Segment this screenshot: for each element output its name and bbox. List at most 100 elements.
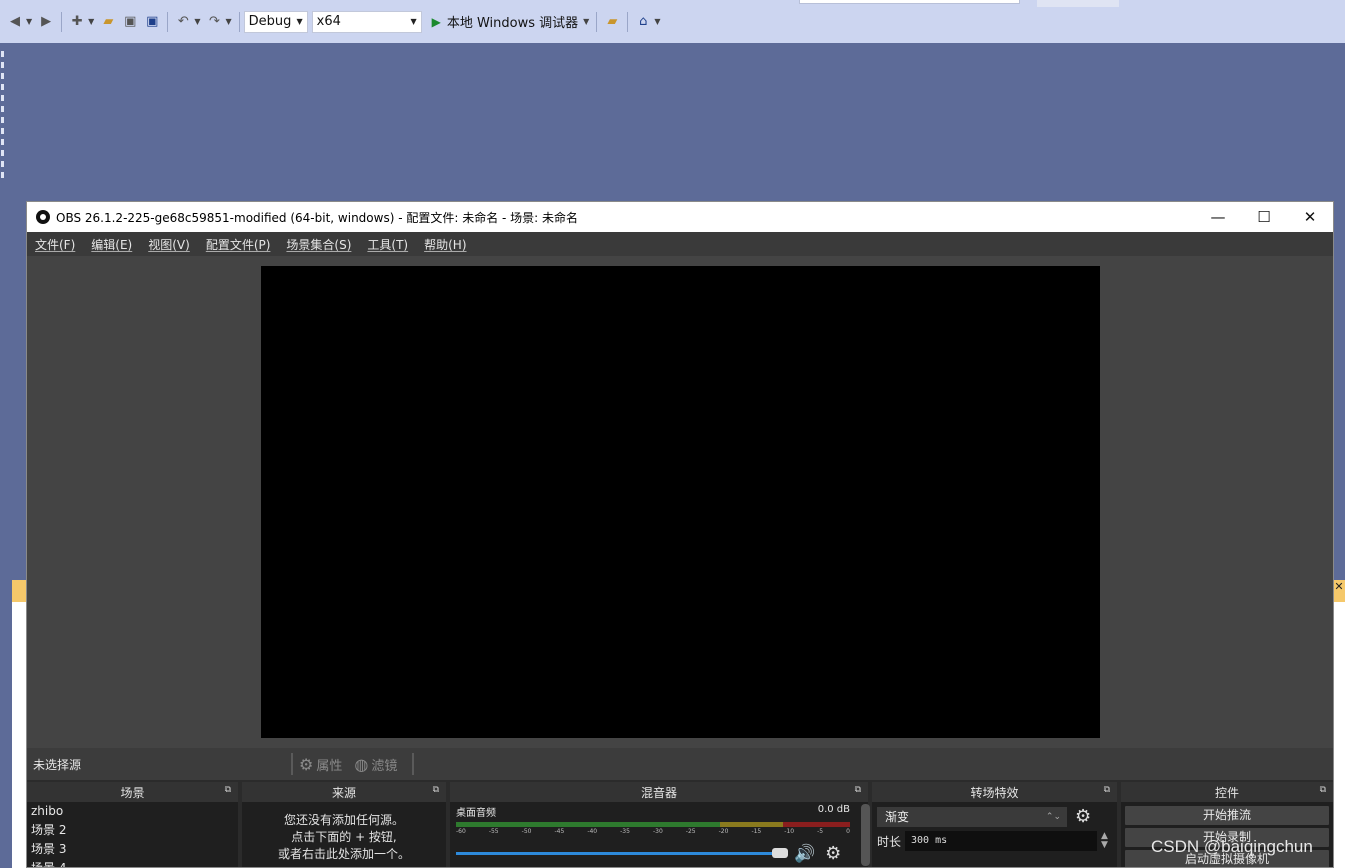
undock-icon[interactable]: ⧉ bbox=[225, 785, 231, 795]
scene-item[interactable]: 场景 4 bbox=[27, 859, 238, 867]
configuration-select[interactable]: Debug ▼ bbox=[243, 10, 308, 33]
mixer-scrollbar[interactable] bbox=[861, 804, 870, 866]
vs-search-box[interactable] bbox=[799, 0, 1020, 4]
speaker-icon[interactable]: 🔊 bbox=[794, 844, 815, 864]
menu-file[interactable]: 文件(F) bbox=[35, 236, 75, 253]
new-project-icon[interactable]: ✚ bbox=[68, 13, 86, 31]
sources-title: 来源 bbox=[331, 785, 356, 800]
filters-button[interactable]: ◍ 滤镜 bbox=[354, 755, 397, 774]
start-debugger-button[interactable]: ▶ 本地 Windows 调试器 bbox=[431, 12, 579, 32]
toolbar-options-icon[interactable]: ▼ bbox=[654, 17, 660, 26]
empty-line: 您还没有添加任何源。 bbox=[283, 813, 404, 827]
forward-icon[interactable]: ▶ bbox=[37, 13, 55, 31]
obs-menu-bar: 文件(F) 编辑(E) 视图(V) 配置文件(P) 场景集合(S) 工具(T) … bbox=[27, 232, 1333, 256]
browse-icon[interactable]: ▰ bbox=[603, 13, 621, 31]
redo-dropdown-icon[interactable]: ▼ bbox=[225, 17, 231, 26]
volume-slider-handle[interactable] bbox=[772, 848, 788, 858]
platform-value: x64 bbox=[316, 14, 341, 29]
empty-line: 或者右击此处添加一个。 bbox=[277, 847, 410, 861]
close-button[interactable]: ✕ bbox=[1287, 202, 1333, 232]
vs-panel-edge-right: ✕ bbox=[1333, 580, 1345, 868]
properties-label: 属性 bbox=[316, 758, 343, 774]
gear-icon[interactable]: ⚙ bbox=[825, 843, 841, 864]
chevron-updown-icon: ⌃⌄ bbox=[1045, 811, 1061, 822]
mixer-title: 混音器 bbox=[640, 785, 677, 800]
scene-item[interactable]: 场景 2 bbox=[27, 821, 238, 840]
transition-select[interactable]: 渐变 ⌃⌄ bbox=[877, 806, 1067, 827]
meter-tick-label: -10 bbox=[784, 828, 795, 835]
platform-select[interactable]: x64 ▼ bbox=[311, 10, 422, 33]
scene-item[interactable]: 场景 3 bbox=[27, 840, 238, 859]
undo-dropdown-icon[interactable]: ▼ bbox=[194, 17, 200, 26]
filter-icon: ◍ bbox=[354, 754, 369, 774]
menu-view[interactable]: 视图(V) bbox=[148, 236, 190, 253]
save-icon[interactable]: ▣ bbox=[121, 13, 139, 31]
start-streaming-button[interactable]: 开始推流 bbox=[1125, 806, 1329, 825]
meter-tick-label: -15 bbox=[751, 828, 762, 835]
duration-input[interactable]: 300 ms bbox=[905, 831, 1098, 851]
home-icon[interactable]: ⌂ bbox=[634, 13, 652, 31]
meter-tick-label: -40 bbox=[587, 828, 598, 835]
undock-icon[interactable]: ⧉ bbox=[1320, 785, 1326, 795]
controls-title: 控件 bbox=[1214, 785, 1239, 800]
meter-tick-label: -20 bbox=[718, 828, 729, 835]
undock-icon[interactable]: ⧉ bbox=[433, 785, 439, 795]
toolbar-separator bbox=[412, 753, 415, 775]
duration-stepper[interactable]: ▲ ▼ bbox=[1101, 832, 1108, 850]
menu-edit[interactable]: 编辑(E) bbox=[91, 236, 132, 253]
sources-dock-header: 来源 ⧉ bbox=[242, 782, 446, 802]
meter-tick-label: -45 bbox=[554, 828, 565, 835]
toolbar-separator bbox=[627, 11, 629, 32]
menu-tools[interactable]: 工具(T) bbox=[367, 236, 408, 253]
menu-scene-collection[interactable]: 场景集合(S) bbox=[286, 236, 351, 253]
controls-dock-header: 控件 ⧉ bbox=[1121, 782, 1333, 802]
volume-slider[interactable] bbox=[456, 848, 788, 858]
menu-help[interactable]: 帮助(H) bbox=[424, 236, 466, 253]
undo-icon[interactable]: ↶ bbox=[174, 13, 192, 31]
new-dropdown-icon[interactable]: ▼ bbox=[88, 17, 94, 26]
chevron-down-icon: ▼ bbox=[410, 17, 417, 26]
play-icon: ▶ bbox=[431, 14, 441, 29]
volume-meter bbox=[456, 822, 850, 827]
watermark: CSDN @baiqingchun bbox=[1151, 837, 1313, 856]
obs-title-bar[interactable]: OBS 26.1.2-225-ge68c59851-modified (64-b… bbox=[27, 202, 1333, 232]
minimize-button[interactable]: — bbox=[1195, 202, 1241, 232]
open-folder-icon[interactable]: ▰ bbox=[99, 13, 117, 31]
gear-icon[interactable]: ⚙ bbox=[1075, 806, 1091, 827]
transitions-title: 转场特效 bbox=[970, 785, 1019, 800]
scenes-title: 场景 bbox=[120, 785, 145, 800]
undock-icon[interactable]: ⧉ bbox=[1104, 785, 1110, 795]
scene-item[interactable]: zhibo bbox=[27, 802, 238, 821]
save-all-icon[interactable]: ▣ bbox=[143, 13, 161, 31]
meter-ticks: -60 -55 -50 -45 -40 -35 -30 -25 -20 -15 -10 -5 0 bbox=[456, 828, 850, 835]
menu-profile[interactable]: 配置文件(P) bbox=[206, 236, 271, 253]
maximize-button[interactable]: ☐ bbox=[1241, 202, 1287, 232]
sources-dock: 来源 ⧉ 您还没有添加任何源。 点击下面的 + 按钮, 或者右击此处添加一个。 bbox=[242, 782, 446, 867]
back-dropdown-icon[interactable]: ▼ bbox=[26, 17, 32, 26]
redo-icon[interactable]: ↷ bbox=[205, 13, 223, 31]
toolbar-separator bbox=[291, 753, 293, 775]
debugger-dropdown-icon[interactable]: ▼ bbox=[583, 17, 589, 26]
back-icon[interactable]: ◀ bbox=[6, 13, 24, 31]
meter-tick-label: -60 bbox=[456, 828, 466, 835]
toolbar-separator bbox=[596, 11, 598, 32]
mixer-dock-header: 混音器 ⧉ bbox=[450, 782, 868, 802]
scenes-dock-header: 场景 ⧉ bbox=[27, 782, 238, 802]
vs-account-area[interactable] bbox=[1037, 0, 1119, 7]
properties-button[interactable]: ⚙ 属性 bbox=[299, 755, 342, 774]
filters-label: 滤镜 bbox=[371, 758, 398, 774]
undock-icon[interactable]: ⧉ bbox=[855, 785, 861, 795]
preview-canvas[interactable] bbox=[261, 266, 1100, 738]
close-icon[interactable]: ✕ bbox=[1333, 580, 1345, 602]
vs-side-tabs[interactable] bbox=[0, 48, 7, 198]
start-debugger-label: 本地 Windows 调试器 bbox=[446, 16, 579, 31]
meter-tick-label: -25 bbox=[685, 828, 696, 835]
meter-tick-label: -55 bbox=[488, 828, 499, 835]
source-toolbar: 未选择源 ⚙ 属性 ◍ 滤镜 bbox=[27, 748, 1333, 780]
empty-line: 点击下面的 + 按钮, bbox=[291, 830, 397, 844]
no-source-label: 未选择源 bbox=[33, 757, 82, 772]
configuration-value: Debug bbox=[248, 14, 292, 29]
duration-label: 时长 bbox=[877, 834, 902, 849]
sources-empty-message[interactable]: 您还没有添加任何源。 点击下面的 + 按钮, 或者右击此处添加一个。 bbox=[242, 802, 446, 863]
toolbar-separator bbox=[61, 11, 63, 32]
